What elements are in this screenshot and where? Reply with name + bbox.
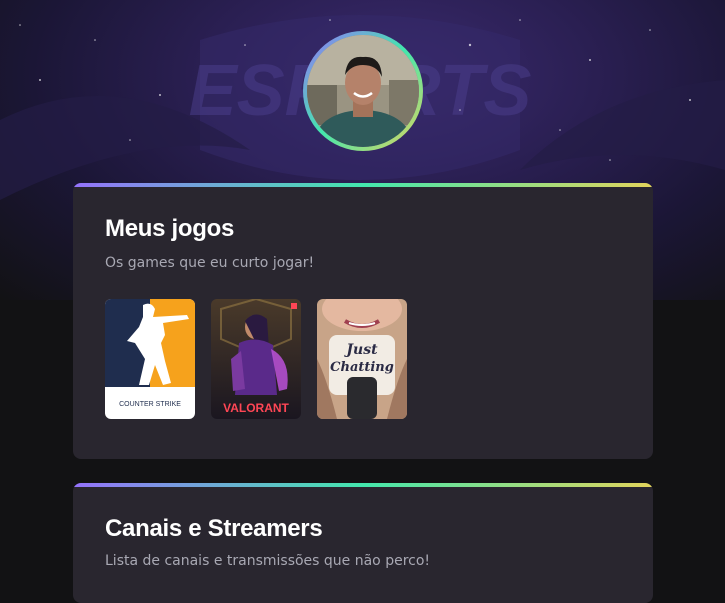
card-gradient-bar (73, 483, 653, 487)
game-card-counter-strike[interactable]: COUNTER STRIKE (105, 299, 195, 419)
game-card-just-chatting[interactable]: Just Chatting (317, 299, 407, 419)
card-gradient-bar (73, 183, 653, 187)
valorant-logo-text: VALORANT (223, 401, 289, 415)
avatar-ring (303, 31, 423, 151)
avatar-photo (307, 35, 419, 147)
channels-title: Canais e Streamers (105, 515, 323, 542)
avatar (307, 35, 419, 147)
game-card-valorant[interactable]: VALORANT (211, 299, 301, 419)
games-subtitle: Os games que eu curto jogar! (105, 255, 315, 271)
games-card: Meus jogos Os games que eu curto jogar! … (73, 183, 653, 459)
channels-subtitle: Lista de canais e transmissões que não p… (105, 553, 431, 569)
just-chatting-text-2: Chatting (330, 360, 394, 375)
games-title: Meus jogos (105, 215, 235, 242)
just-chatting-text-1: Just (343, 342, 378, 358)
cs-logo-text: COUNTER STRIKE (119, 401, 181, 408)
channels-card: Canais e Streamers Lista de canais e tra… (73, 483, 653, 603)
